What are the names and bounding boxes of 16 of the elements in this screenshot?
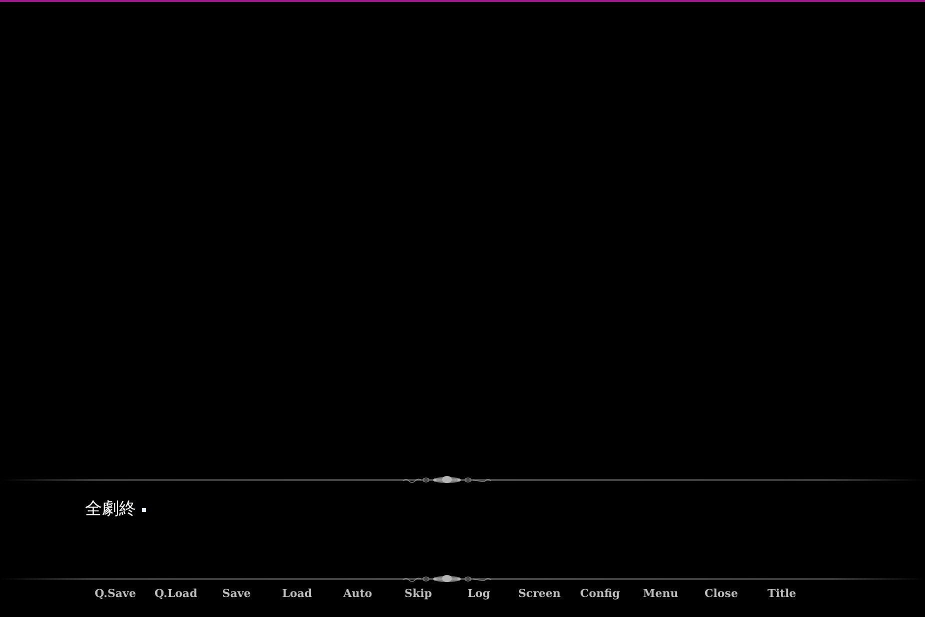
- menu-button[interactable]: Save: [206, 586, 267, 602]
- menu-button[interactable]: Skip: [388, 586, 449, 602]
- menu-button[interactable]: Q.Load: [146, 586, 206, 602]
- menu-button[interactable]: Screen: [509, 586, 570, 602]
- menu-button[interactable]: Log: [448, 586, 510, 602]
- menu-button[interactable]: Config: [570, 586, 630, 602]
- ornament-icon: [402, 575, 492, 583]
- menu-button[interactable]: Close: [690, 586, 752, 602]
- menu-button[interactable]: Load: [266, 586, 328, 602]
- dialogue-text: 全劇終: [85, 498, 136, 520]
- ornament-icon: [402, 476, 492, 484]
- menu-button[interactable]: Q.Save: [85, 586, 146, 602]
- menu-button[interactable]: Title: [752, 586, 812, 602]
- menu-button[interactable]: Auto: [327, 586, 388, 602]
- menu-button[interactable]: Menu: [630, 586, 691, 602]
- square-icon: [142, 508, 146, 512]
